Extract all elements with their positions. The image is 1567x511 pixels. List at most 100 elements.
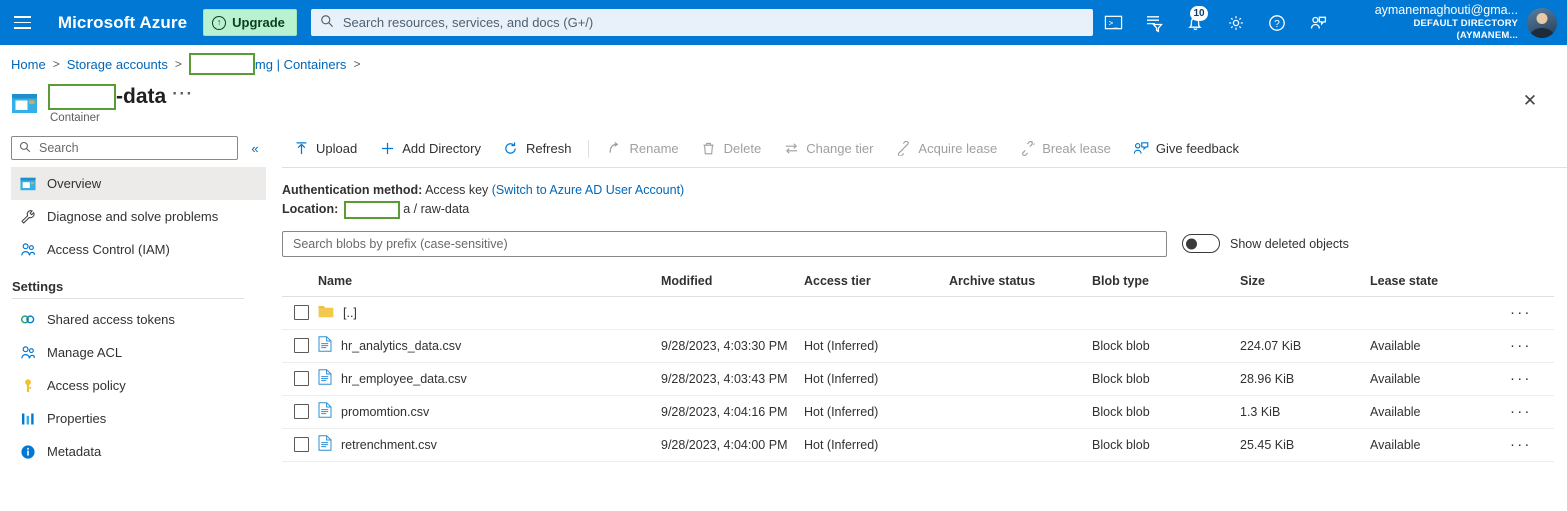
command-label: Refresh <box>525 141 572 156</box>
row-checkbox[interactable] <box>294 338 309 354</box>
sidebar-item-label: Metadata <box>47 444 102 459</box>
wrench-icon <box>19 208 36 225</box>
table-body: [..] ··· hr_analytics_data.csv 9/28/2023… <box>282 296 1554 462</box>
column-header-access-tier[interactable]: Access tier <box>804 273 949 297</box>
account-menu[interactable]: aymanemaghouti@gma... DEFAULT DIRECTORY … <box>1338 0 1567 45</box>
row-actions-cell: ··· <box>1510 329 1554 363</box>
sidebar-item-access-control[interactable]: Access Control (IAM) <box>11 233 266 266</box>
row-name[interactable]: retrenchment.csv <box>341 438 437 452</box>
switch-auth-link[interactable]: (Switch to Azure AD User Account) <box>492 183 684 197</box>
give-feedback-button[interactable]: Give feedback <box>1122 135 1250 163</box>
row-more-options-icon[interactable]: ··· <box>1510 305 1554 320</box>
location-label: Location: <box>282 202 339 217</box>
sidebar-item-metadata[interactable]: Metadata <box>11 435 266 468</box>
row-more-options-icon[interactable]: ··· <box>1510 437 1554 452</box>
show-deleted-objects-toggle[interactable] <box>1182 234 1220 254</box>
page-title-line: -data ··· <box>48 84 194 110</box>
row-actions-cell: ··· <box>1510 362 1554 396</box>
row-lease-state: Available <box>1370 428 1510 462</box>
table-row[interactable]: retrenchment.csv 9/28/2023, 4:04:00 PM H… <box>282 428 1554 462</box>
page-more-options-icon[interactable]: ··· <box>172 84 193 104</box>
global-search-box[interactable] <box>310 9 1094 36</box>
row-name-cell: promomtion.csv <box>318 395 661 429</box>
avatar[interactable] <box>1527 7 1558 38</box>
hamburger-menu-icon[interactable] <box>0 0 46 45</box>
add-directory-button[interactable]: Add Directory <box>368 135 492 163</box>
row-name[interactable]: hr_employee_data.csv <box>341 372 467 386</box>
row-name-cell: hr_analytics_data.csv <box>318 329 661 363</box>
upload-button[interactable]: Upload <box>282 135 368 163</box>
breadcrumb: Home > Storage accounts > mg | Container… <box>0 50 1567 78</box>
table-row[interactable]: promomtion.csv 9/28/2023, 4:04:16 PM Hot… <box>282 395 1554 429</box>
sidebar-item-diagnose[interactable]: Diagnose and solve problems <box>11 200 266 233</box>
global-search-input[interactable] <box>340 14 1085 31</box>
row-checkbox[interactable] <box>294 437 309 453</box>
top-navigation-bar: Microsoft Azure ↑ Upgrade >_ 10 <box>0 0 1567 45</box>
collapse-sidebar-icon[interactable]: « <box>244 137 266 159</box>
row-archive-status <box>949 329 1092 363</box>
name-cell-content: promomtion.csv <box>318 402 661 421</box>
column-header-name[interactable]: Name <box>318 273 661 297</box>
settings-gear-icon[interactable] <box>1216 0 1257 45</box>
row-lease-state <box>1370 296 1510 330</box>
breadcrumb-item-home[interactable]: Home <box>11 57 46 72</box>
notifications-icon[interactable]: 10 <box>1175 0 1216 45</box>
column-header-actions <box>1510 273 1554 297</box>
row-modified: 9/28/2023, 4:03:43 PM <box>661 362 804 396</box>
sidebar-item-label: Shared access tokens <box>47 312 175 327</box>
table-row[interactable]: [..] ··· <box>282 296 1554 330</box>
directories-subscriptions-icon[interactable] <box>1134 0 1175 45</box>
upgrade-button[interactable]: ↑ Upgrade <box>203 9 297 36</box>
row-more-options-icon[interactable]: ··· <box>1510 371 1554 386</box>
account-email: aymanemaghouti@gma... <box>1374 2 1519 17</box>
row-name[interactable]: hr_analytics_data.csv <box>341 339 461 353</box>
row-more-options-icon[interactable]: ··· <box>1510 404 1554 419</box>
refresh-icon <box>503 141 519 157</box>
row-checkbox[interactable] <box>294 404 309 420</box>
sidebar-item-access-policy[interactable]: Access policy <box>11 369 266 402</box>
breadcrumb-item-containers[interactable]: mg | Containers <box>255 57 347 72</box>
row-name-cell: retrenchment.csv <box>318 428 661 462</box>
sidebar-search-box[interactable] <box>11 136 238 160</box>
row-more-options-icon[interactable]: ··· <box>1510 338 1554 353</box>
row-name-cell: [..] <box>318 296 661 330</box>
row-size: 224.07 KiB <box>1240 329 1370 363</box>
row-access-tier: Hot (Inferred) <box>804 329 949 363</box>
sidebar: « Overview <box>0 136 266 468</box>
help-icon[interactable]: ? <box>1256 0 1297 45</box>
row-modified: 9/28/2023, 4:03:30 PM <box>661 329 804 363</box>
breadcrumb-redaction-box <box>188 53 255 75</box>
column-header-size[interactable]: Size <box>1240 273 1370 297</box>
row-checkbox[interactable] <box>294 305 309 321</box>
blob-search-box[interactable] <box>282 230 1167 257</box>
break-lease-icon <box>1019 141 1035 157</box>
row-name[interactable]: [..] <box>343 306 357 320</box>
refresh-button[interactable]: Refresh <box>492 135 583 163</box>
column-header-blob-type[interactable]: Blob type <box>1092 273 1240 297</box>
blob-search-input[interactable] <box>291 235 1158 252</box>
row-name[interactable]: promomtion.csv <box>341 405 429 419</box>
search-icon <box>320 14 334 31</box>
sidebar-item-overview[interactable]: Overview <box>11 167 266 200</box>
row-archive-status <box>949 362 1092 396</box>
column-header-modified[interactable]: Modified <box>661 273 804 297</box>
authentication-method-label: Authentication method: <box>282 183 423 197</box>
breadcrumb-item-storage-accounts[interactable]: Storage accounts <box>67 57 168 72</box>
feedback-person-icon[interactable] <box>1297 0 1338 45</box>
column-header-archive-status[interactable]: Archive status <box>949 273 1092 297</box>
close-icon[interactable]: ✕ <box>1519 90 1541 112</box>
sidebar-item-shared-access-tokens[interactable]: Shared access tokens <box>11 303 266 336</box>
trash-icon <box>701 141 717 157</box>
cloud-shell-icon[interactable]: >_ <box>1093 0 1134 45</box>
sidebar-item-label: Diagnose and solve problems <box>47 209 219 224</box>
table-row[interactable]: hr_employee_data.csv 9/28/2023, 4:03:43 … <box>282 362 1554 396</box>
sidebar-item-manage-acl[interactable]: Manage ACL <box>11 336 266 369</box>
change-tier-button: Change tier <box>772 135 884 163</box>
table-row[interactable]: hr_analytics_data.csv 9/28/2023, 4:03:30… <box>282 329 1554 363</box>
azure-brand-title[interactable]: Microsoft Azure <box>58 13 187 33</box>
breadcrumb-separator: > <box>353 57 361 71</box>
row-checkbox[interactable] <box>294 371 309 387</box>
sidebar-item-properties[interactable]: Properties <box>11 402 266 435</box>
column-header-lease-state[interactable]: Lease state <box>1370 273 1510 297</box>
sidebar-search-input[interactable] <box>37 140 230 156</box>
